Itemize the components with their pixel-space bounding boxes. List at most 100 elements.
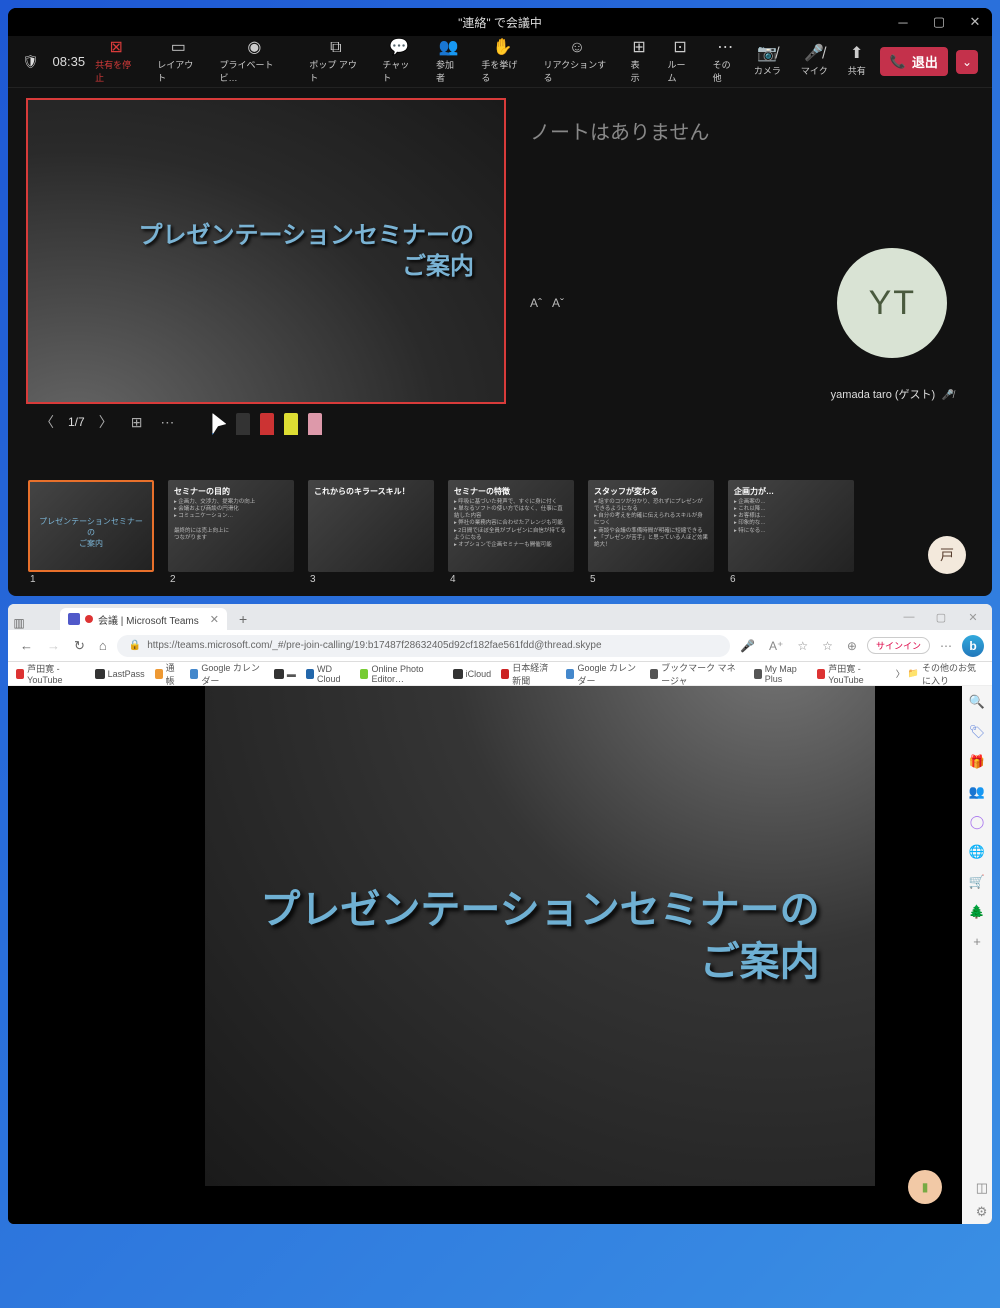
mic-browser-icon[interactable]: 🎤 (736, 637, 759, 655)
close-button[interactable]: ✕ (958, 8, 992, 36)
font-decrease-button[interactable]: Aˇ (552, 296, 564, 310)
leave-button[interactable]: 📞退出 (880, 47, 948, 76)
slide-thumbnail[interactable]: スタッフが変わる▸ 話すのコツが分かり、恐れずにプレゼンができるようになる▸ 自… (588, 480, 714, 585)
slide-thumbnail[interactable]: セミナーの特徴▸ 呼吸に基づいた発声で、すぐに身に付く▸ 単なるソフトの使い方で… (448, 480, 574, 585)
participants-button[interactable]: 👥参加者 (430, 38, 467, 86)
chat-button[interactable]: 💬チャット (376, 38, 422, 86)
share-button[interactable]: ⬆共有 (842, 44, 872, 79)
circle-icon[interactable]: ◯ (970, 814, 985, 830)
raise-hand-button[interactable]: ✋手を挙げる (475, 38, 529, 86)
floating-action-button[interactable]: 戸 (928, 536, 966, 574)
bookmark-item[interactable]: iCloud (453, 669, 492, 679)
more-options-button[interactable]: ⋯ (156, 412, 178, 433)
mic-button[interactable]: 🎤̸マイク (795, 44, 834, 79)
new-tab-button[interactable]: + (233, 608, 253, 630)
view-button[interactable]: ⊞表示 (625, 38, 654, 86)
forward-button[interactable]: → (43, 636, 64, 655)
bookmark-item[interactable]: 日本経済新聞 (501, 662, 556, 686)
minimize-button[interactable]: ─ (886, 8, 920, 36)
favorite-outline-icon[interactable]: ☆ (793, 637, 812, 655)
close-tab-button[interactable]: ✕ (210, 613, 219, 626)
bookmark-item[interactable]: LastPass (95, 669, 145, 679)
browser-close-button[interactable]: ✕ (958, 606, 988, 628)
thumbnail-number: 1 (28, 574, 154, 585)
extensions-icon[interactable]: ⊕ (843, 637, 861, 655)
mic-off-icon: 🎤̸ (804, 46, 824, 62)
font-increase-button[interactable]: Aˆ (530, 296, 542, 310)
bookmark-item[interactable]: Google カレンダー (190, 662, 264, 686)
notes-participant-pane: ノートはありません Aˆ Aˇ YT yamada taro (ゲスト) 🎤̸ (518, 88, 992, 470)
refresh-button[interactable]: ↻ (70, 636, 89, 656)
room-button[interactable]: ⊡ルーム (662, 38, 699, 86)
slide-thumbnail[interactable]: これからのキラースキル！3 (308, 480, 434, 585)
meeting-timer: 08:35 (53, 54, 86, 69)
bookmark-overflow[interactable]: 〉 📁 その他のお気に入り (896, 662, 984, 686)
maximize-button[interactable]: ▢ (922, 8, 956, 36)
popout-button[interactable]: ⧉ポップ アウト (303, 38, 368, 86)
prev-slide-button[interactable]: 〈 (36, 410, 58, 434)
bookmark-item[interactable]: 通帳 (155, 662, 181, 686)
red-pen-tool[interactable] (260, 413, 274, 435)
black-pen-tool[interactable] (236, 413, 250, 435)
share-icon: ⬆ (850, 46, 863, 62)
add-sidebar-icon[interactable]: + (973, 934, 981, 949)
layout-button[interactable]: ▭レイアウト (151, 38, 205, 86)
camera-button[interactable]: 📷̸カメラ (748, 44, 787, 79)
bookmark-item[interactable]: Google カレンダー (566, 662, 640, 686)
bookmark-item[interactable]: My Map Plus (754, 664, 808, 684)
people-sidebar-icon[interactable]: 👥 (969, 784, 985, 800)
bookmark-item[interactable]: ブックマーク マネージャ (650, 662, 744, 686)
browser-tabstrip: ▥ 会議 | Microsoft Teams ✕ + — ▢ ✕ (8, 604, 992, 630)
presenter-controls: 〈 1/7 〉 ⊞ ⋯ (26, 404, 506, 440)
back-button[interactable]: ← (16, 636, 37, 655)
favorite-icon[interactable]: ☆ (818, 637, 837, 655)
chevron-down-icon: ⌄ (962, 55, 972, 69)
slide-title: プレゼンテーションセミナーの ご案内 (138, 220, 474, 282)
tree-icon[interactable]: 🌲 (969, 904, 985, 920)
slide-thumbnail[interactable]: プレゼンテーションセミナーのご案内1 (28, 480, 154, 585)
next-slide-button[interactable]: 〉 (95, 410, 117, 434)
chat-fab[interactable]: ▮ (908, 1170, 942, 1204)
settings-icon[interactable]: ⚙ (976, 1204, 988, 1220)
bookmarks-bar: 芦田寛 - YouTube LastPass 通帳 Google カレンダー ▬ WD C… (8, 662, 992, 686)
globe-icon[interactable]: 🌐 (969, 844, 985, 860)
signin-button[interactable]: サインイン (867, 637, 930, 654)
grid-view-button[interactable]: ⊞ (127, 412, 147, 433)
address-bar[interactable]: 🔒 https://teams.microsoft.com/_#/pre-joi… (117, 635, 730, 657)
cart-icon[interactable]: 🛒 (969, 874, 985, 890)
private-view-button[interactable]: ◉プライベート ビ… (213, 38, 295, 86)
emoji-icon: ☺ (569, 40, 585, 56)
bing-icon[interactable]: b (962, 635, 984, 657)
cursor-tool[interactable] (212, 413, 226, 435)
browser-maximize-button[interactable]: ▢ (926, 606, 956, 628)
browser-minimize-button[interactable]: — (894, 606, 924, 628)
react-button[interactable]: ☺リアクションする (538, 38, 617, 86)
gift-icon[interactable]: 🎁 (969, 754, 985, 770)
eraser-tool[interactable] (308, 413, 322, 435)
bookmark-item[interactable]: 芦田寛 - YouTube (817, 662, 886, 685)
notes-placeholder: ノートはありません (530, 116, 974, 145)
search-icon[interactable]: 🔍 (969, 694, 985, 710)
bookmark-item[interactable]: WD Cloud (306, 664, 350, 684)
browser-window: ▥ 会議 | Microsoft Teams ✕ + — ▢ ✕ ← → ↻ ⌂… (8, 604, 992, 1224)
layout-icon: ▭ (171, 40, 186, 56)
current-slide: プレゼンテーションセミナーの ご案内 (26, 98, 506, 404)
slide-thumbnail[interactable]: 企画力が…▸ 企画案の…▸ これ以降…▸ お客様は…▸ 印象的な…▸ 特になる…… (728, 480, 854, 585)
bookmark-item[interactable]: 芦田寛 - YouTube (16, 662, 85, 685)
slide-thumbnail[interactable]: セミナーの目的▸ 企画力、交渉力、提案力の向上▸ 会議および商談の円滑化▸ コミ… (168, 480, 294, 585)
home-button[interactable]: ⌂ (95, 636, 111, 655)
browser-tab[interactable]: 会議 | Microsoft Teams ✕ (60, 608, 227, 630)
text-size-icon[interactable]: A⁺ (765, 637, 787, 655)
stop-sharing-button[interactable]: ⊠共有を停止 (89, 38, 143, 86)
chat-icon: 💬 (389, 40, 409, 56)
leave-dropdown[interactable]: ⌄ (956, 50, 978, 74)
participant-tile: YT yamada taro (ゲスト) 🎤̸ (831, 248, 954, 402)
more-button[interactable]: ⋯その他 (707, 38, 744, 86)
tag-icon[interactable]: 🏷 (969, 724, 986, 740)
panel-icon[interactable]: ◫ (976, 1180, 988, 1196)
menu-icon[interactable]: ⋯ (936, 637, 956, 655)
bookmark-item[interactable]: ▬ (274, 669, 296, 679)
highlighter-tool[interactable] (284, 413, 298, 435)
bookmark-item[interactable]: Online Photo Editor… (360, 664, 442, 684)
tabs-menu-button[interactable]: ▥ (8, 616, 30, 630)
